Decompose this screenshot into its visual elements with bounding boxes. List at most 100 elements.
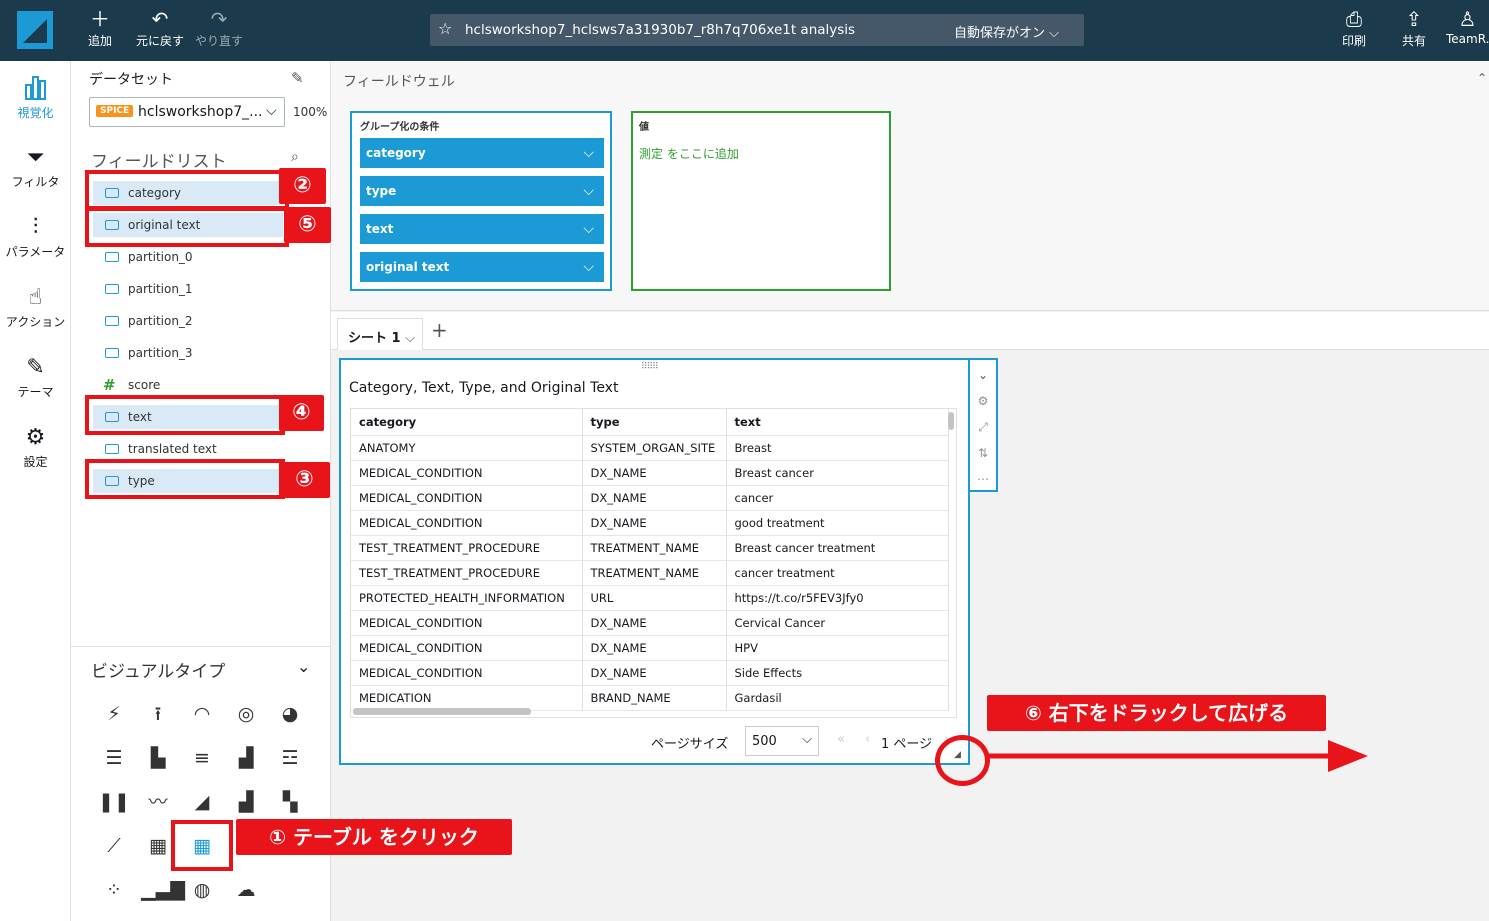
area-visual-icon[interactable]: ◢ <box>185 787 219 817</box>
table-cell[interactable]: Cervical Cancer <box>726 610 949 636</box>
quicksight-logo[interactable] <box>17 11 53 49</box>
collapse-wells-icon[interactable]: ⌃ <box>1477 71 1487 85</box>
table-cell[interactable]: DX_NAME <box>582 635 727 661</box>
donut-visual-icon[interactable]: ◎ <box>229 699 263 729</box>
swap-icon[interactable]: ⇅ <box>970 440 996 466</box>
autosave-toggle[interactable]: 自動保存がオン ⌵ <box>954 22 1059 41</box>
collapse-chevron-icon[interactable]: ⌄ <box>297 657 310 676</box>
dataset-select[interactable]: SPICE hclsworkshop7_... ⌵ <box>89 97 285 127</box>
wordcloud-visual-icon[interactable]: ☁ <box>229 875 263 905</box>
add-button[interactable]: ＋追加 <box>86 6 114 49</box>
well-field-category[interactable]: category ⌵ <box>360 138 604 168</box>
table-cell[interactable]: DX_NAME <box>582 510 727 536</box>
field-item-score[interactable]: # score <box>93 373 283 397</box>
table-cell[interactable]: TREATMENT_NAME <box>582 560 727 586</box>
table-cell[interactable]: Breast cancer treatment <box>726 535 949 561</box>
table-cell[interactable]: HPV <box>726 635 949 661</box>
drag-handle[interactable]: ⠿⠿⠿ <box>641 362 659 372</box>
undo-button[interactable]: ↶ 元に戻す <box>134 6 186 49</box>
table-cell[interactable]: MEDICATION <box>351 685 583 711</box>
map-visual-icon[interactable]: ◍ <box>185 875 219 905</box>
nav-visualize[interactable]: 視覚化 <box>0 71 71 121</box>
well-field-type[interactable]: type ⌵ <box>360 176 604 206</box>
nav-parameters[interactable]: ⫶ パラメータ <box>0 213 71 260</box>
table-cell[interactable]: MEDICAL_CONDITION <box>351 460 583 486</box>
well-field-original-text[interactable]: original text ⌵ <box>360 252 604 282</box>
pie-visual-icon[interactable]: ◕ <box>273 699 307 729</box>
field-item-partition_2[interactable]: partition_2 <box>93 309 283 333</box>
table-visual[interactable]: ⠿⠿⠿ Category, Text, Type, and Original T… <box>339 358 970 765</box>
table-cell[interactable]: DX_NAME <box>582 485 727 511</box>
table-cell[interactable]: TEST_TREATMENT_PROCEDURE <box>351 535 583 561</box>
horizontal-bar-visual-icon[interactable]: ☰ <box>97 743 131 773</box>
visual-title[interactable]: Category, Text, Type, and Original Text <box>349 380 618 396</box>
line-visual-icon[interactable]: 〰 <box>141 787 175 817</box>
tab-sheet-1[interactable]: シート 1 ⌵ <box>337 318 423 350</box>
table-cell[interactable]: Side Effects <box>726 660 949 686</box>
table-cell[interactable]: MEDICAL_CONDITION <box>351 485 583 511</box>
column-header-text[interactable]: text <box>726 409 949 436</box>
stacked-area-visual-icon[interactable]: ⟋ <box>97 831 131 861</box>
print-button[interactable]: ⎙ 印刷 <box>1340 6 1368 49</box>
table-cell[interactable]: PROTECTED_HEALTH_INFORMATION <box>351 585 583 611</box>
stacked-column-visual-icon[interactable]: ❚❚ <box>97 787 131 817</box>
vertical-bar-visual-icon[interactable]: ▙ <box>141 743 175 773</box>
table-row[interactable]: TEST_TREATMENT_PROCEDURE TREATMENT_NAME ca… <box>351 560 949 586</box>
table-cell[interactable]: URL <box>582 585 727 611</box>
table-cell[interactable]: MEDICAL_CONDITION <box>351 610 583 636</box>
table-row[interactable]: PROTECTED_HEALTH_INFORMATION URL https://t… <box>351 585 949 611</box>
search-icon[interactable]: ⌕ <box>291 149 299 165</box>
maximize-icon[interactable]: ⤢ <box>970 414 996 440</box>
table-cell[interactable]: TREATMENT_NAME <box>582 535 727 561</box>
column-header-category[interactable]: category <box>351 409 583 436</box>
table-cell[interactable]: good treatment <box>726 510 949 536</box>
gauge-visual-icon[interactable]: ◠ <box>185 699 219 729</box>
pivot-visual-icon[interactable]: ▦ <box>141 831 175 861</box>
stacked-bar-visual-icon[interactable]: ☲ <box>273 743 307 773</box>
table-cell[interactable]: MEDICAL_CONDITION <box>351 660 583 686</box>
vertical-scrollbar[interactable] <box>948 412 954 430</box>
field-item-partition_1[interactable]: partition_1 <box>93 277 283 301</box>
expand-chevron-icon[interactable]: ⌄ <box>970 362 996 388</box>
prev-page-icon[interactable]: ‹ <box>865 732 870 747</box>
table-cell[interactable]: cancer <box>726 485 949 511</box>
user-menu[interactable]: ♙ TeamR. <box>1446 6 1489 46</box>
table-row[interactable]: TEST_TREATMENT_PROCEDURE TREATMENT_NAME Br… <box>351 535 949 561</box>
nav-filter[interactable]: ⏷ フィルタ <box>0 143 71 190</box>
nav-actions[interactable]: ☝ アクション <box>0 283 71 330</box>
table-row[interactable]: MEDICAL_CONDITION DX_NAME Cervical Cancer <box>351 610 949 636</box>
star-icon[interactable]: ☆ <box>438 19 452 38</box>
table-cell[interactable]: Breast cancer <box>726 460 949 486</box>
clustered-bar-visual-icon[interactable]: ≡ <box>185 743 219 773</box>
combo-line-visual-icon[interactable]: ▚ <box>273 787 307 817</box>
table-row[interactable]: MEDICAL_CONDITION DX_NAME Breast cancer <box>351 460 949 486</box>
table-cell[interactable]: DX_NAME <box>582 460 727 486</box>
table-cell[interactable]: Breast <box>726 435 949 461</box>
group-by-well[interactable]: グループ化の条件 category ⌵ type ⌵ text ⌵ original … <box>350 111 612 291</box>
table-cell[interactable]: ANATOMY <box>351 435 583 461</box>
table-cell[interactable]: MEDICAL_CONDITION <box>351 635 583 661</box>
more-options-icon[interactable]: ⋯ <box>970 466 996 492</box>
table-cell[interactable]: SYSTEM_ORGAN_SITE <box>582 435 727 461</box>
horizontal-scrollbar[interactable] <box>353 708 531 715</box>
share-button[interactable]: ⇪ 共有 <box>1400 6 1428 49</box>
well-field-text[interactable]: text ⌵ <box>360 214 604 244</box>
table-cell[interactable]: cancer treatment <box>726 560 949 586</box>
table-cell[interactable]: BRAND_NAME <box>582 685 727 711</box>
table-row[interactable]: MEDICAL_CONDITION DX_NAME HPV <box>351 635 949 661</box>
clustered-column-visual-icon[interactable]: ▟ <box>229 743 263 773</box>
table-cell[interactable]: Gardasil <box>726 685 949 711</box>
combo-visual-icon[interactable]: ▟ <box>229 787 263 817</box>
table-row[interactable]: ANATOMY SYSTEM_ORGAN_SITE Breast <box>351 435 949 461</box>
field-item-partition_3[interactable]: partition_3 <box>93 341 283 365</box>
add-sheet-button[interactable]: + <box>431 318 448 342</box>
histogram-visual-icon[interactable]: ▁▃▇ <box>141 875 185 905</box>
first-page-icon[interactable]: « <box>837 732 845 747</box>
table-cell[interactable]: DX_NAME <box>582 610 727 636</box>
table-row[interactable]: MEDICAL_CONDITION DX_NAME good treatment <box>351 510 949 536</box>
table-row[interactable]: MEDICATION BRAND_NAME Gardasil <box>351 685 949 711</box>
autograph-visual-icon[interactable]: ⚡ <box>97 699 131 729</box>
redo-button[interactable]: ↷ やり直す <box>194 6 244 49</box>
nav-settings[interactable]: ⚙ 設定 <box>0 423 71 470</box>
analysis-title[interactable]: hclsworkshop7_hclsws7a31930b7_r8h7q706xe… <box>465 22 855 38</box>
